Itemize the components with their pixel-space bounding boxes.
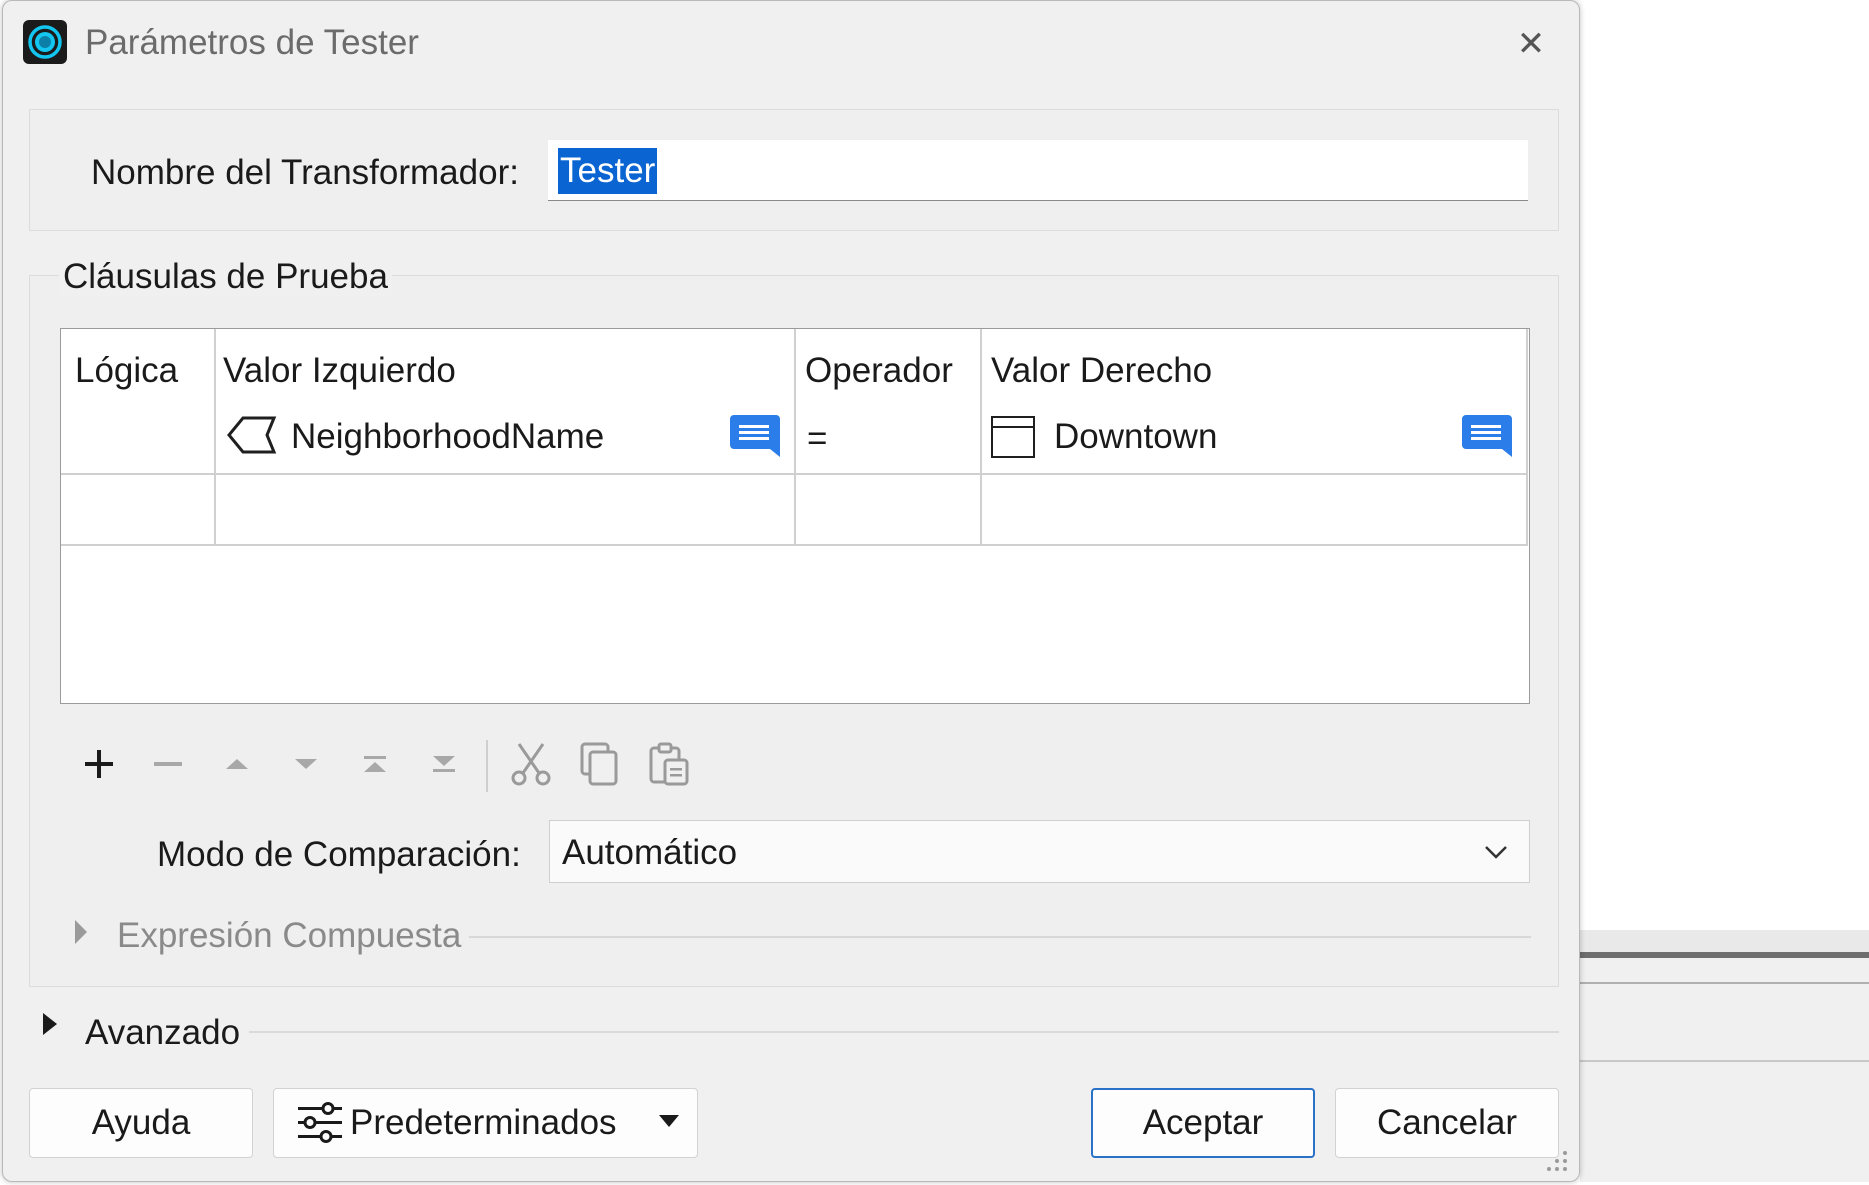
advanced-section[interactable]: Avanzado (39, 1009, 1559, 1053)
comparison-mode-select[interactable]: Automático (549, 820, 1530, 883)
test-clauses-legend: Cláusulas de Prueba (59, 257, 392, 297)
move-up-button[interactable] (211, 734, 263, 794)
background-divider (1580, 982, 1869, 984)
right-value-cell[interactable]: Downtown (1054, 417, 1217, 457)
ok-button[interactable]: Aceptar (1091, 1088, 1315, 1158)
chevron-down-icon (1485, 846, 1507, 859)
remove-icon (154, 762, 182, 766)
transformer-name-value: Tester (558, 148, 658, 194)
cancel-button[interactable]: Cancelar (1335, 1088, 1559, 1158)
section-divider (469, 936, 1531, 938)
move-to-top-icon (364, 756, 386, 772)
table-row-empty[interactable] (61, 475, 1528, 543)
background-panel (1580, 930, 1869, 952)
move-to-bottom-button[interactable] (418, 734, 470, 794)
compound-expression-label: Expresión Compuesta (117, 916, 462, 955)
cut-icon (511, 743, 551, 786)
sliders-icon (298, 1102, 342, 1143)
background-divider-2 (1580, 1060, 1869, 1062)
background-panel-lower (1580, 958, 1869, 1182)
comparison-mode-value: Automático (562, 833, 738, 872)
app-icon (23, 20, 67, 64)
comparison-mode-label: Modo de Comparación: (157, 835, 521, 874)
row-divider (61, 544, 1528, 546)
attribute-icon (227, 416, 277, 454)
resize-grip-icon[interactable] (1543, 1147, 1569, 1173)
defaults-button-label: Predeterminados (350, 1103, 617, 1142)
expand-triangle-icon (75, 920, 87, 944)
column-header-operator[interactable]: Operador (805, 351, 953, 391)
column-header-left-value[interactable]: Valor Izquierdo (223, 351, 456, 391)
compound-expression-section[interactable]: Expresión Compuesta (69, 916, 1531, 956)
move-to-top-button[interactable] (349, 734, 401, 794)
move-up-icon (226, 759, 248, 769)
transformer-name-label: Nombre del Transformador: (91, 153, 519, 192)
move-to-bottom-icon (433, 756, 455, 772)
column-header-logic[interactable]: Lógica (75, 351, 178, 391)
tester-parameters-dialog: Parámetros de Tester ✕ Nombre del Transf… (2, 0, 1580, 1182)
add-icon (85, 750, 113, 778)
right-value-edit-bubble-icon[interactable] (1462, 413, 1512, 459)
move-down-icon (295, 759, 317, 769)
left-value-edit-bubble-icon[interactable] (730, 413, 780, 459)
defaults-button[interactable]: Predeterminados (273, 1088, 698, 1158)
paste-icon (649, 742, 689, 786)
close-button[interactable]: ✕ (1503, 21, 1559, 67)
help-button[interactable]: Ayuda (29, 1088, 253, 1158)
test-clauses-table[interactable]: Lógica Valor Izquierdo Operador Valor De… (60, 328, 1530, 704)
toolbar-separator (486, 740, 488, 792)
dropdown-caret-icon[interactable] (659, 1115, 679, 1127)
paste-button[interactable] (643, 734, 695, 794)
dialog-title: Parámetros de Tester (85, 23, 419, 62)
advanced-label: Avanzado (85, 1013, 241, 1052)
operator-cell[interactable]: = (807, 419, 827, 459)
move-down-button[interactable] (280, 734, 332, 794)
transformer-name-input[interactable]: Tester (548, 140, 1528, 201)
copy-button[interactable] (574, 734, 626, 794)
column-header-right-value[interactable]: Valor Derecho (991, 351, 1212, 391)
add-button[interactable] (73, 734, 125, 794)
constant-value-icon (991, 416, 1035, 458)
section-divider (249, 1031, 1559, 1033)
left-value-cell[interactable]: NeighborhoodName (291, 417, 604, 457)
title-bar: Parámetros de Tester ✕ (3, 1, 1579, 87)
clauses-toolbar (63, 734, 703, 794)
close-icon: ✕ (1516, 25, 1546, 63)
cut-button[interactable] (505, 734, 557, 794)
copy-icon (580, 742, 618, 786)
expand-triangle-icon (43, 1013, 57, 1035)
remove-button[interactable] (142, 734, 194, 794)
